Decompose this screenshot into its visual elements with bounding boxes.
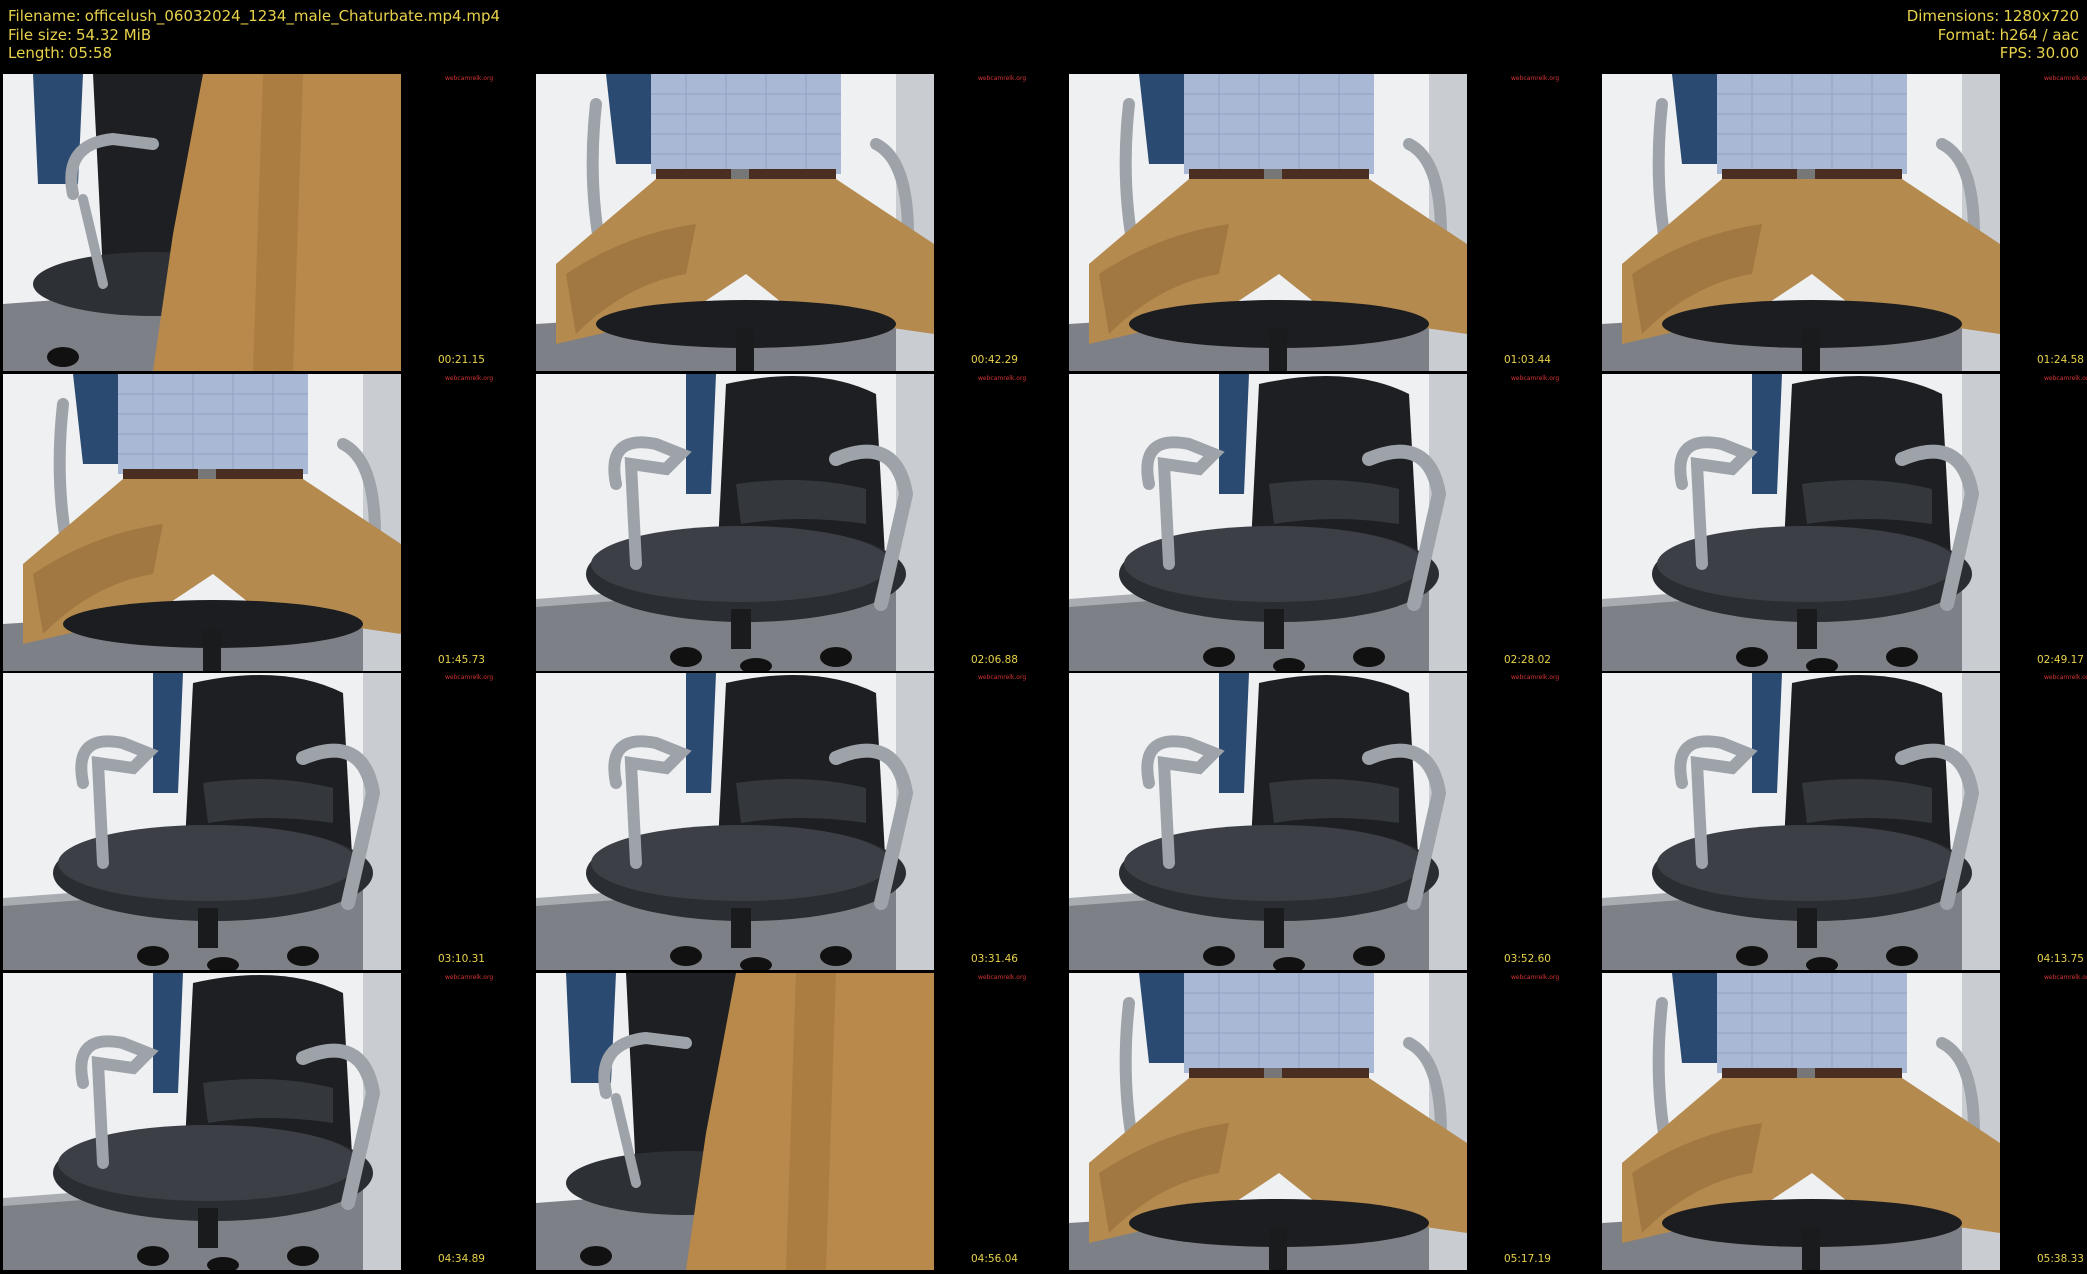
thumbnail-timestamp: 03:10.31 — [438, 953, 485, 965]
thumbnail-cell[interactable]: webcamrelk.org 04:56.04 — [533, 971, 1066, 1270]
thumbnail-cell[interactable]: webcamrelk.org 02:28.02 — [1066, 372, 1599, 671]
thumbnail-frame-image — [536, 374, 934, 671]
thumbnail-cell[interactable]: webcamrelk.org 01:45.73 — [0, 372, 533, 671]
thumbnail-timestamp: 04:56.04 — [971, 1253, 1018, 1265]
thumbnail-frame-image — [1069, 973, 1467, 1270]
thumbnail-frame-image — [536, 74, 934, 371]
thumbnail-cell[interactable]: webcamrelk.org 02:06.88 — [533, 372, 1066, 671]
watermark-text: webcamrelk.org — [2044, 75, 2087, 82]
filename-value: officelush_06032024_1234_male_Chaturbate… — [84, 7, 501, 25]
thumbnail-frame-image — [536, 973, 934, 1270]
thumbnail-timestamp: 01:03.44 — [1504, 354, 1551, 366]
thumbnail-cell[interactable]: webcamrelk.org 00:42.29 — [533, 72, 1066, 371]
fps-line: FPS: 30.00 — [1999, 44, 2079, 62]
thumbnail-frame-image — [3, 74, 401, 371]
length-value: 05:58 — [68, 44, 113, 62]
thumbnail-frame-image — [1069, 673, 1467, 970]
watermark-text: webcamrelk.org — [445, 674, 494, 681]
thumbnail-frame-image — [3, 374, 401, 671]
filesize-value: 54.32 MiB — [76, 25, 152, 44]
watermark-text: webcamrelk.org — [445, 375, 494, 382]
thumbnail-cell[interactable]: webcamrelk.org 04:34.89 — [0, 971, 533, 1270]
format-value: h264 / aac — [1999, 25, 2079, 44]
thumbnail-timestamp: 05:38.33 — [2037, 1253, 2084, 1265]
thumbnail-frame-image — [1602, 374, 2000, 671]
thumbnail-cell[interactable]: webcamrelk.org 00:21.15 — [0, 72, 533, 371]
thumbnail-cell[interactable]: webcamrelk.org 01:24.58 — [1599, 72, 2087, 371]
thumbnail-timestamp: 01:45.73 — [438, 654, 485, 666]
watermark-text: webcamrelk.org — [1511, 674, 1560, 681]
thumbnail-timestamp: 03:31.46 — [971, 953, 1018, 965]
thumbnail-frame-image — [536, 673, 934, 970]
thumbnail-frame-image — [3, 673, 401, 970]
watermark-text: webcamrelk.org — [2044, 674, 2087, 681]
watermark-text: webcamrelk.org — [978, 375, 1027, 382]
watermark-text: webcamrelk.org — [1511, 974, 1560, 981]
video-info-panel: Dimensions: 1280x720 Format: h264 / aac FP… — [1907, 7, 2079, 63]
thumbnail-timestamp: 02:28.02 — [1504, 654, 1551, 666]
thumbnail-frame-image — [1069, 74, 1467, 371]
thumbnail-cell[interactable]: webcamrelk.org 03:31.46 — [533, 671, 1066, 970]
thumbnail-frame-image — [1602, 673, 2000, 970]
dimensions-line: Dimensions: 1280x720 — [1906, 7, 2079, 25]
thumbnail-timestamp: 00:42.29 — [971, 354, 1018, 366]
watermark-text: webcamrelk.org — [445, 974, 494, 981]
thumbnail-cell[interactable]: webcamrelk.org 05:17.19 — [1066, 971, 1599, 1270]
thumbnail-cell[interactable]: webcamrelk.org 01:03.44 — [1066, 72, 1599, 371]
watermark-text: webcamrelk.org — [445, 75, 494, 82]
thumbnail-timestamp: 02:06.88 — [971, 654, 1018, 666]
thumbnail-cell[interactable]: webcamrelk.org 04:13.75 — [1599, 671, 2087, 970]
length-line: Length: 05:58 — [8, 44, 113, 62]
thumbnail-cell[interactable]: webcamrelk.org 03:52.60 — [1066, 671, 1599, 970]
watermark-text: webcamrelk.org — [978, 974, 1027, 981]
watermark-text: webcamrelk.org — [978, 674, 1027, 681]
filesize-line: File size: 54.32 MiB — [8, 25, 152, 44]
file-info-panel: Filename: officelush_06032024_1234_male_C… — [8, 7, 500, 63]
thumbnail-cell[interactable]: webcamrelk.org 02:49.17 — [1599, 372, 2087, 671]
thumbnail-timestamp: 03:52.60 — [1504, 953, 1551, 965]
thumbnail-timestamp: 02:49.17 — [2037, 654, 2084, 666]
thumbnail-frame-image — [3, 973, 401, 1270]
thumbnail-frame-image — [1602, 973, 2000, 1270]
watermark-text: webcamrelk.org — [2044, 974, 2087, 981]
thumbnail-grid: webcamrelk.org 00:21.15 webcamrelk.org 00:… — [0, 72, 2087, 1272]
thumbnail-timestamp: 00:21.15 — [438, 354, 485, 366]
thumbnail-timestamp: 04:13.75 — [2037, 953, 2084, 965]
thumbnail-timestamp: 04:34.89 — [438, 1253, 485, 1265]
thumbnail-timestamp: 05:17.19 — [1504, 1253, 1551, 1265]
fps-value: 30.00 — [2036, 44, 2079, 62]
filename-line: Filename: officelush_06032024_1234_male_C… — [8, 7, 501, 25]
watermark-text: webcamrelk.org — [978, 75, 1027, 82]
thumbnail-frame-image — [1069, 374, 1467, 671]
thumbnail-timestamp: 01:24.58 — [2037, 354, 2084, 366]
watermark-text: webcamrelk.org — [1511, 75, 1560, 82]
watermark-text: webcamrelk.org — [2044, 375, 2087, 382]
dimensions-value: 1280x720 — [2003, 7, 2079, 25]
thumbnail-frame-image — [1602, 74, 2000, 371]
thumbnail-cell[interactable]: webcamrelk.org 03:10.31 — [0, 671, 533, 970]
format-line: Format: h264 / aac — [1937, 25, 2079, 44]
watermark-text: webcamrelk.org — [1511, 375, 1560, 382]
thumbnail-cell[interactable]: webcamrelk.org 05:38.33 — [1599, 971, 2087, 1270]
